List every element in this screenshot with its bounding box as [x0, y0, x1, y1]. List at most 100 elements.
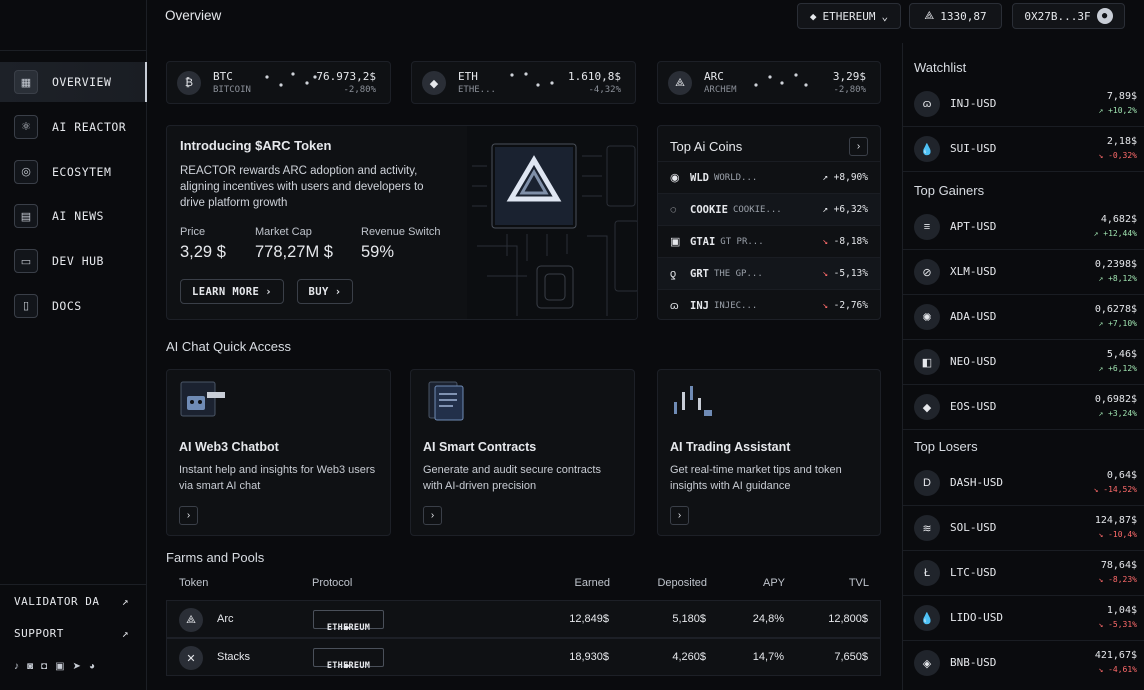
ticker-card-eth[interactable]: ◆ ETH ETHE... 1.610,8$ -4,32%	[411, 61, 636, 104]
chevron-right-icon[interactable]: ›	[179, 506, 198, 525]
coin-symbol: INJ	[690, 299, 709, 312]
chevron-right-icon[interactable]: ›	[849, 137, 868, 156]
gainer-row-ada[interactable]: ✺ ADA-USD 0,6278$ ↗ +7,10%	[903, 295, 1144, 340]
instagram-icon[interactable]: ◘	[41, 661, 47, 672]
discord-icon[interactable]: ◙	[27, 661, 33, 672]
pair-change-value: -5,31%	[1108, 620, 1137, 629]
sidebar-item-label: DEV HUB	[52, 254, 104, 269]
protocol-badge: ◆ ETHEREUM	[313, 610, 384, 633]
pair-price: 421,67$	[1094, 650, 1137, 661]
coin-row-wld[interactable]: ◉ WLD WORLD... ↗ +8,90%	[658, 161, 880, 193]
watchlist-row-sui[interactable]: 💧 SUI-USD 2,18$ ↘ -0,32%	[903, 127, 1144, 172]
balance-button[interactable]: ⟁ 1330,87	[909, 3, 1002, 29]
coin-name: WORLD...	[713, 172, 758, 183]
revenue-switch-value: 59%	[361, 243, 395, 261]
tiktok-icon[interactable]: ♪	[14, 661, 19, 672]
sidebar-item-ai-reactor[interactable]: ⚛ AI REACTOR	[0, 107, 147, 147]
market-cap-label: Market Cap	[255, 226, 312, 238]
sidebar-item-dev-hub[interactable]: ▭ DEV HUB	[0, 241, 147, 281]
loser-row-dash[interactable]: D DASH-USD 0,64$ ↘ -14,52%	[903, 461, 1144, 506]
chatbot-card[interactable]: AI Web3 Chatbot Instant help and insight…	[166, 369, 391, 536]
pair-symbol: LIDO-USD	[950, 611, 1003, 624]
loser-row-sol[interactable]: ≋ SOL-USD 124,87$ ↘ -10,4%	[903, 506, 1144, 551]
gainer-row-eos[interactable]: ◆ EOS-USD 0,6982$ ↗ +3,24%	[903, 385, 1144, 430]
table-row[interactable]: ⟁ Arc ◆ ETHEREUM 12,849$ 5,180$ 24,8% 12,…	[166, 600, 881, 638]
wallet-button[interactable]: 0X27B...3F ●	[1012, 3, 1125, 29]
pair-change: ↘ -5,31%	[1098, 620, 1137, 629]
price-value: 3,29 $	[180, 243, 226, 261]
document-icon: ▯	[14, 293, 38, 318]
chevron-right-icon[interactable]: ›	[670, 506, 689, 525]
external-link-icon: ↗	[121, 594, 129, 608]
chevron-right-icon[interactable]: ›	[423, 506, 442, 525]
price-label: Price	[180, 226, 206, 238]
user-avatar-icon: ●	[1096, 8, 1113, 24]
coin-row-inj[interactable]: ɷ INJ INJEC... ↘ -2,76%	[658, 289, 880, 321]
coin-symbol: GRT	[690, 267, 709, 280]
solana-icon: ≋	[914, 515, 940, 541]
support-label: SUPPORT	[14, 626, 64, 640]
litecoin-icon: Ł	[914, 560, 940, 586]
ticker-card-arc[interactable]: ⟁ ARC ARCHEM 3,29$ -2,80%	[657, 61, 881, 104]
loser-row-bnb[interactable]: ◈ BNB-USD 421,67$ ↘ -4,61%	[903, 641, 1144, 686]
validator-link[interactable]: VALIDATOR DA ↗	[0, 585, 147, 617]
support-link[interactable]: SUPPORT ↗	[0, 617, 147, 649]
injective-icon: ɷ	[914, 91, 940, 117]
ticker-card-btc[interactable]: ₿ BTC BITCOIN 76.973,2$ -2,80%	[166, 61, 391, 104]
buy-button[interactable]: BUY ›	[297, 279, 353, 304]
chatbot-illustration	[180, 381, 225, 417]
injective-icon: ɷ	[670, 299, 679, 312]
sidebar-item-ecosytem[interactable]: ◎ ECOSYTEM	[0, 152, 147, 192]
pair-change: ↗ +7,10%	[1098, 319, 1137, 328]
watchlist-row-inj[interactable]: ɷ INJ-USD 7,89$ ↗ +10,2%	[903, 82, 1144, 127]
pair-change: ↗ +10,2%	[1098, 106, 1137, 115]
sidebar-item-docs[interactable]: ▯ DOCS	[0, 286, 147, 326]
card-description: Generate and audit secure contracts with…	[423, 464, 601, 492]
sui-icon: 💧	[914, 136, 940, 162]
pair-symbol: ADA-USD	[950, 310, 997, 323]
arc-token-icon: ⟁	[668, 71, 692, 95]
medium-icon[interactable]: ◕	[89, 661, 95, 672]
trading-assistant-card[interactable]: AI Trading Assistant Get real-time marke…	[657, 369, 881, 536]
column-header: Deposited	[657, 577, 707, 589]
sidebar-nav: ▦ OVERVIEW ⚛ AI REACTOR ◎ ECOSYTEM ▤ AI …	[0, 62, 147, 331]
loser-row-lido[interactable]: 💧 LIDO-USD 1,04$ ↘ -5,31%	[903, 596, 1144, 641]
loser-row-ltc[interactable]: Ł LTC-USD 78,64$ ↘ -8,23%	[903, 551, 1144, 596]
deposited-value: 4,260$	[672, 651, 706, 663]
linkedin-icon[interactable]: ▣	[55, 661, 64, 672]
gainer-row-xlm[interactable]: ⊘ XLM-USD 0,2398$ ↗ +8,12%	[903, 250, 1144, 295]
stellar-icon: ⊘	[914, 259, 940, 285]
ticker-price: 1.610,8$	[568, 70, 621, 83]
telegram-icon[interactable]: ➤	[73, 661, 81, 672]
sidebar-item-ai-news[interactable]: ▤ AI NEWS	[0, 196, 147, 236]
ai-chat-section-title: AI Chat Quick Access	[166, 339, 291, 354]
sidebar-item-overview[interactable]: ▦ OVERVIEW	[0, 62, 147, 102]
coin-row-grt[interactable]: ƍ GRT THE GP... ↘ -5,13%	[658, 257, 880, 289]
bitcoin-icon: ₿	[177, 71, 201, 95]
graph-token-icon: ƍ	[670, 267, 677, 280]
cookie-icon: ◌	[670, 203, 677, 216]
ticker-name: BITCOIN	[213, 85, 251, 95]
neo-icon: ◧	[914, 349, 940, 375]
learn-more-button[interactable]: LEARN MORE ›	[180, 279, 284, 304]
sparkline-chart	[510, 72, 554, 87]
smart-contracts-card[interactable]: AI Smart Contracts Generate and audit se…	[410, 369, 635, 536]
coin-symbol: GTAI	[690, 235, 716, 248]
top-gainers-title: Top Gainers	[914, 183, 985, 198]
arc-token-icon: ⟁	[179, 608, 203, 632]
ticker-price: 3,29$	[832, 70, 866, 83]
protocol-badge: ◆ ETHEREUM	[313, 648, 384, 671]
cardano-icon: ✺	[914, 304, 940, 330]
gainer-row-neo[interactable]: ◧ NEO-USD 5,46$ ↗ +6,12%	[903, 340, 1144, 385]
network-selector[interactable]: ◆ ETHEREUM ⌄	[797, 3, 901, 29]
coin-row-cookie[interactable]: ◌ COOKIE COOKIE... ↗ +6,32%	[658, 193, 880, 225]
sidebar: ▦ OVERVIEW ⚛ AI REACTOR ◎ ECOSYTEM ▤ AI …	[0, 0, 147, 690]
table-row[interactable]: ✕ Stacks ◆ ETHEREUM 18,930$ 4,260$ 14,7% …	[166, 638, 881, 676]
arc-token-icon: ⟁	[924, 9, 935, 22]
gainer-row-apt[interactable]: ≡ APT-USD 4,682$ ↗ +12,44%	[903, 205, 1144, 250]
sidebar-footer: VALIDATOR DA ↗ SUPPORT ↗ ♪ ◙ ◘ ▣ ➤ ◕	[0, 584, 147, 672]
ticker-change: -4,32%	[588, 85, 621, 95]
sidebar-item-label: DOCS	[52, 298, 82, 313]
sidebar-item-label: ECOSYTEM	[52, 164, 112, 179]
coin-row-gtai[interactable]: ▣ GTAI GT PR... ↘ -8,18%	[658, 225, 880, 257]
